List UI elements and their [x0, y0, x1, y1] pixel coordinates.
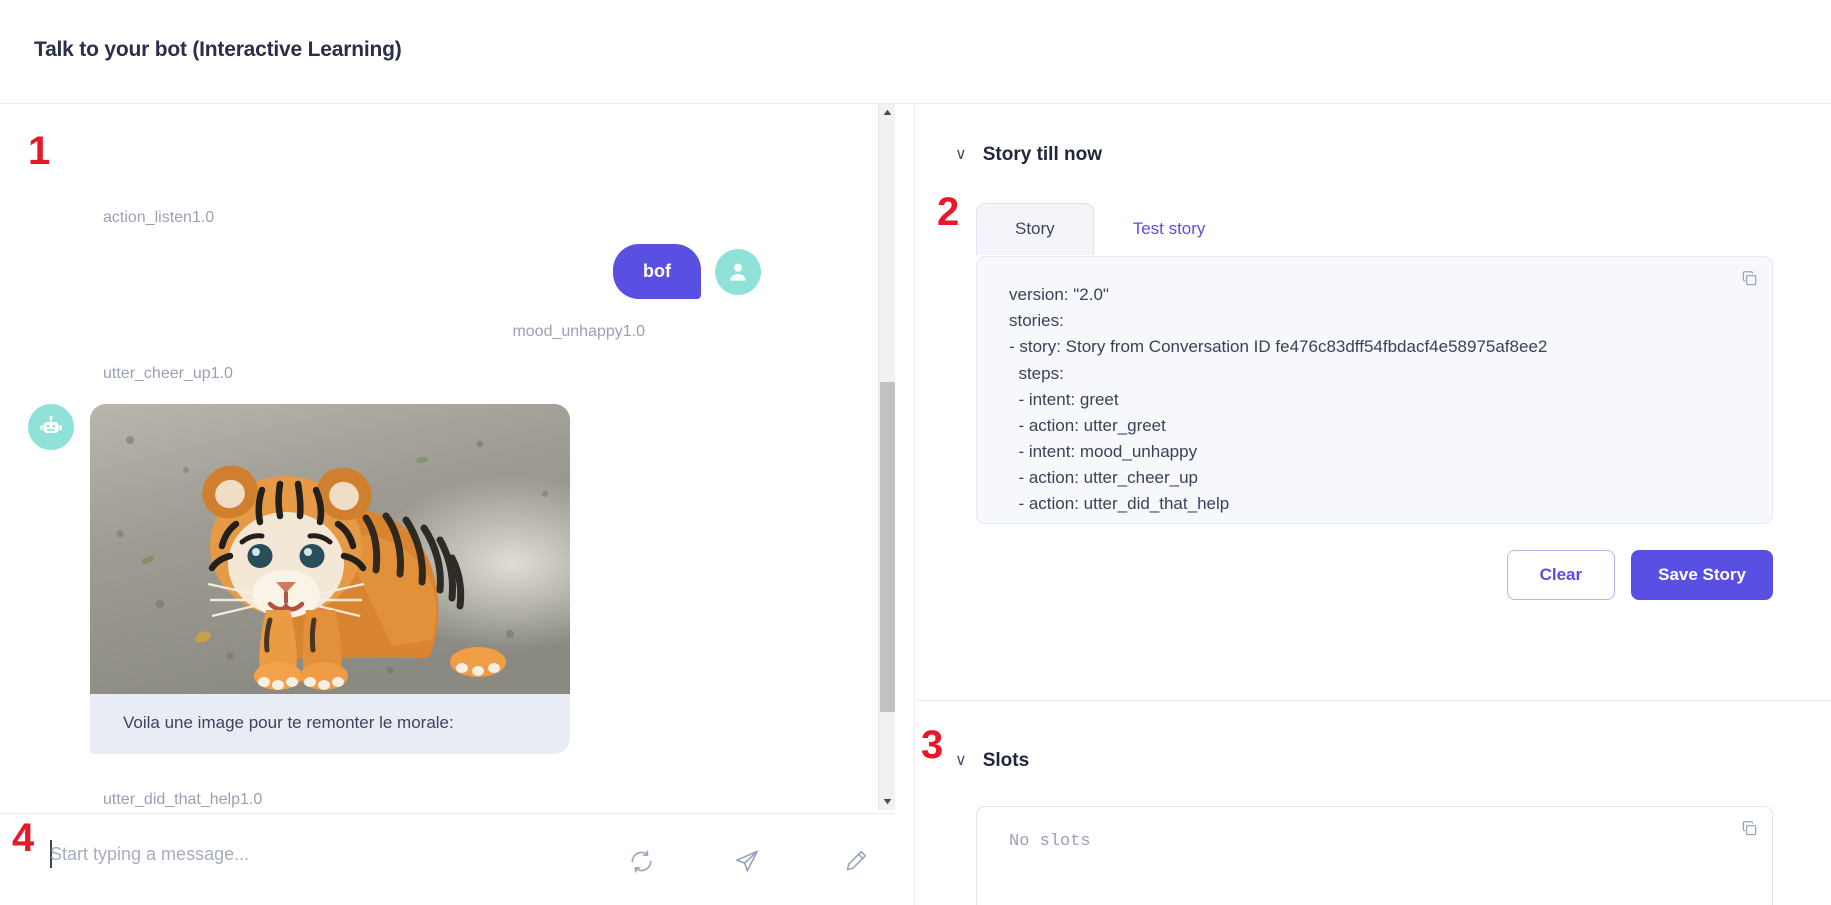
copy-icon [1742, 820, 1756, 835]
restart-conversation-button[interactable] [624, 844, 658, 878]
event-label-mood-unhappy: mood_unhappy1.0 [512, 323, 645, 340]
edit-message-button[interactable] [838, 844, 872, 878]
step-marker-3: 3 [921, 723, 944, 767]
scrollbar-thumb[interactable] [880, 382, 895, 712]
send-icon [736, 850, 758, 872]
message-input-bar [0, 813, 894, 905]
chevron-up-icon [883, 109, 892, 115]
step-marker-2: 2 [937, 190, 960, 234]
edit-icon [846, 850, 866, 870]
story-tabs: Story Test story [976, 203, 1244, 255]
slots-box: No slots [976, 806, 1773, 905]
bot-image-card: Voila une image pour te remonter le mora… [90, 404, 570, 754]
step-marker-1: 1 [28, 129, 51, 173]
event-label-utter-did-that-help: utter_did_that_help1.0 [103, 791, 263, 808]
message-input[interactable] [50, 844, 610, 865]
bot-avatar [28, 404, 74, 450]
section-divider [916, 700, 1831, 701]
interactive-learning-page: Talk to your bot (Interactive Learning) … [0, 0, 1831, 905]
bot-message-caption: Voila une image pour te remonter le mora… [123, 713, 454, 732]
chat-panel: action_listen1.0 bof mood_unhappy1.0 utt… [0, 104, 915, 905]
story-panel: ∨ Story till now Story Test story versio… [916, 104, 1831, 905]
page-title: Talk to your bot (Interactive Learning) [34, 38, 402, 61]
scroll-down-button[interactable] [879, 793, 896, 810]
story-yaml-content: version: "2.0" stories: - story: Story f… [1009, 285, 1548, 514]
step-marker-4: 4 [12, 816, 35, 860]
tab-test-story[interactable]: Test story [1094, 203, 1245, 255]
story-section-header[interactable]: ∨ Story till now [955, 144, 1102, 166]
user-avatar-icon [730, 263, 746, 281]
chat-scrollbar[interactable] [878, 104, 895, 810]
chevron-down-icon: ∨ [955, 752, 967, 769]
bot-message-row-image: Voila une image pour te remonter le mora… [28, 404, 570, 754]
user-avatar [715, 248, 761, 295]
event-label-utter-cheer-up: utter_cheer_up1.0 [103, 365, 233, 382]
clear-button[interactable]: Clear [1506, 550, 1616, 600]
story-action-buttons: Clear Save Story [1506, 550, 1773, 600]
chevron-down-icon: ∨ [955, 146, 967, 163]
bot-attachment-image [90, 404, 570, 694]
send-message-button[interactable] [730, 844, 764, 878]
slots-section-header[interactable]: ∨ Slots [955, 750, 1029, 772]
page-header: Talk to your bot (Interactive Learning) [0, 0, 1831, 104]
user-message-row: bof [613, 244, 761, 299]
tab-story[interactable]: Story [976, 203, 1094, 255]
robot-avatar-icon [40, 415, 62, 433]
save-story-button[interactable]: Save Story [1631, 550, 1773, 600]
user-message-bubble: bof [613, 244, 701, 299]
story-section-title: Story till now [982, 144, 1102, 165]
slots-section-title: Slots [982, 750, 1030, 771]
slots-empty-text: No slots [1009, 832, 1091, 851]
chat-scroll-area[interactable]: action_listen1.0 bof mood_unhappy1.0 utt… [0, 104, 895, 810]
copy-slots-button[interactable] [1732, 813, 1766, 843]
chat-message-list: action_listen1.0 bof mood_unhappy1.0 utt… [0, 104, 895, 810]
chevron-down-icon [883, 799, 892, 805]
scroll-up-button[interactable] [879, 104, 896, 121]
restart-icon [631, 849, 651, 873]
copy-icon [1742, 270, 1756, 285]
event-label-action-listen: action_listen1.0 [103, 209, 215, 226]
story-yaml-box: version: "2.0" stories: - story: Story f… [976, 256, 1773, 524]
